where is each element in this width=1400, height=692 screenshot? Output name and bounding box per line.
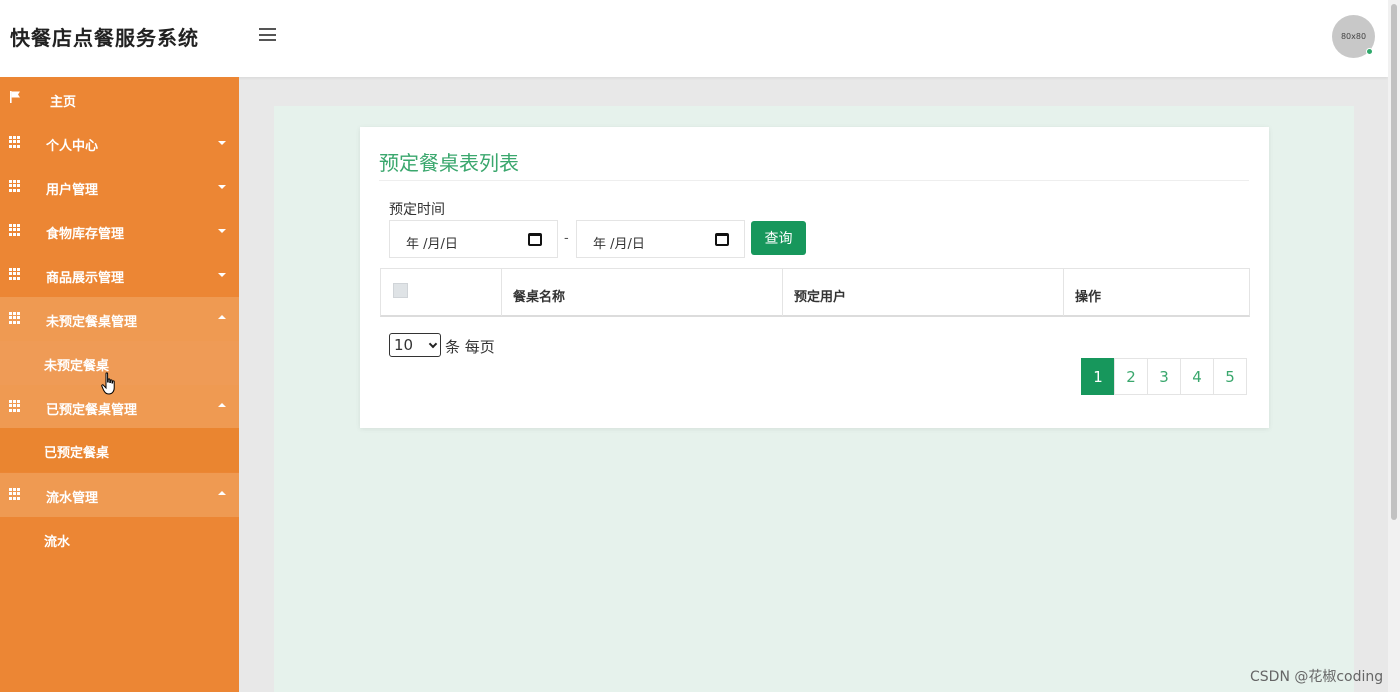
end-date-input[interactable]: 年 /月/日 (576, 220, 745, 258)
sidebar-item-label: 流水管理 (46, 491, 99, 506)
start-date-input[interactable]: 年 /月/日 (389, 220, 558, 258)
pagination: 1 2 3 4 5 (1081, 358, 1247, 395)
page-scrollbar[interactable] (1388, 0, 1400, 692)
top-header: 快餐店点餐服务系统 80x80 (0, 0, 1388, 77)
grid-icon (9, 400, 21, 412)
caret-up-icon (218, 403, 226, 407)
caret-down-icon (218, 141, 226, 145)
column-header-label: 操作 (1075, 290, 1102, 305)
sidebar-item-user-management[interactable]: 用户管理 (0, 165, 239, 209)
sidebar-item-label: 已预定餐桌管理 (46, 403, 138, 418)
reservations-table: 餐桌名称 预定用户 操作 (380, 268, 1250, 317)
grid-icon (9, 268, 21, 280)
flag-icon (10, 91, 20, 103)
sidebar-item-label: 主页 (50, 95, 77, 110)
sidebar-item-transactions-management[interactable]: 流水管理 (0, 473, 239, 517)
sidebar-item-label: 食物库存管理 (46, 227, 125, 242)
reserve-time-label: 预定时间 (389, 202, 445, 218)
app-title: 快餐店点餐服务系统 (10, 26, 199, 50)
sidebar-subitem-unreserved-tables[interactable]: 未预定餐桌 (0, 341, 239, 385)
sidebar-subitem-label: 已预定餐桌 (44, 446, 110, 461)
sidebar-item-food-inventory[interactable]: 食物库存管理 (0, 209, 239, 253)
column-header-user: 预定用户 (783, 269, 1064, 316)
title-divider (379, 180, 1249, 181)
grid-icon (9, 180, 21, 192)
menu-toggle-icon[interactable] (259, 28, 277, 44)
column-header-label: 预定用户 (794, 290, 847, 305)
calendar-icon[interactable] (528, 233, 542, 246)
list-card: 预定餐桌表列表 预定时间 年 /月/日 - 年 /月/日 查询 餐桌名称 预定用… (360, 127, 1269, 428)
sidebar-item-label: 商品展示管理 (46, 271, 125, 286)
sidebar-item-label: 用户管理 (46, 183, 99, 198)
caret-up-icon (218, 491, 226, 495)
sidebar-subitem-label: 流水 (44, 535, 71, 550)
sidebar-item-product-display[interactable]: 商品展示管理 (0, 253, 239, 297)
caret-up-icon (218, 315, 226, 319)
sidebar-item-reserved-tables-management[interactable]: 已预定餐桌管理 (0, 385, 239, 429)
column-header-label: 餐桌名称 (513, 290, 566, 305)
caret-down-icon (218, 185, 226, 189)
sidebar-item-unreserved-tables-management[interactable]: 未预定餐桌管理 (0, 297, 239, 341)
online-status-dot (1366, 48, 1373, 55)
sidebar-subitem-label: 未预定餐桌 (44, 359, 110, 374)
select-all-checkbox[interactable] (393, 283, 408, 298)
sidebar-item-label: 个人中心 (46, 139, 99, 154)
chevron-down-icon (428, 339, 438, 349)
page-button-4[interactable]: 4 (1180, 358, 1214, 395)
watermark: CSDN @花椒coding (1250, 669, 1384, 685)
page-button-3[interactable]: 3 (1147, 358, 1181, 395)
page-button-5[interactable]: 5 (1213, 358, 1247, 395)
grid-icon (9, 136, 21, 148)
hand-cursor-icon (101, 372, 115, 395)
grid-icon (9, 488, 21, 500)
date-separator: - (564, 231, 569, 246)
page-size-value: 10 (394, 336, 414, 354)
caret-down-icon (218, 273, 226, 277)
grid-icon (9, 312, 21, 324)
sidebar-item-label: 未预定餐桌管理 (46, 315, 138, 330)
query-button[interactable]: 查询 (751, 221, 806, 255)
sidebar: 主页 个人中心 用户管理 食物库存管理 商品展示管理 未预定餐桌管理 未预定餐桌… (0, 77, 239, 692)
calendar-icon[interactable] (715, 233, 729, 246)
per-page-label: 条 每页 (445, 338, 495, 356)
page-button-1[interactable]: 1 (1081, 358, 1115, 395)
page-button-2[interactable]: 2 (1114, 358, 1148, 395)
scrollbar-thumb[interactable] (1391, 4, 1397, 520)
select-all-header (381, 269, 502, 316)
start-date-placeholder: 年 /月/日 (406, 237, 458, 252)
page-size-select[interactable]: 10 (389, 333, 441, 357)
end-date-placeholder: 年 /月/日 (593, 237, 645, 252)
sidebar-item-personal-center[interactable]: 个人中心 (0, 121, 239, 165)
column-header-table-name: 餐桌名称 (502, 269, 783, 316)
sidebar-item-home[interactable]: 主页 (0, 77, 239, 121)
caret-down-icon (218, 229, 226, 233)
column-header-actions: 操作 (1064, 269, 1249, 316)
sidebar-subitem-reserved-tables[interactable]: 已预定餐桌 (0, 428, 239, 472)
grid-icon (9, 224, 21, 236)
page-title: 预定餐桌表列表 (379, 151, 519, 175)
sidebar-subitem-transactions[interactable]: 流水 (0, 517, 239, 561)
